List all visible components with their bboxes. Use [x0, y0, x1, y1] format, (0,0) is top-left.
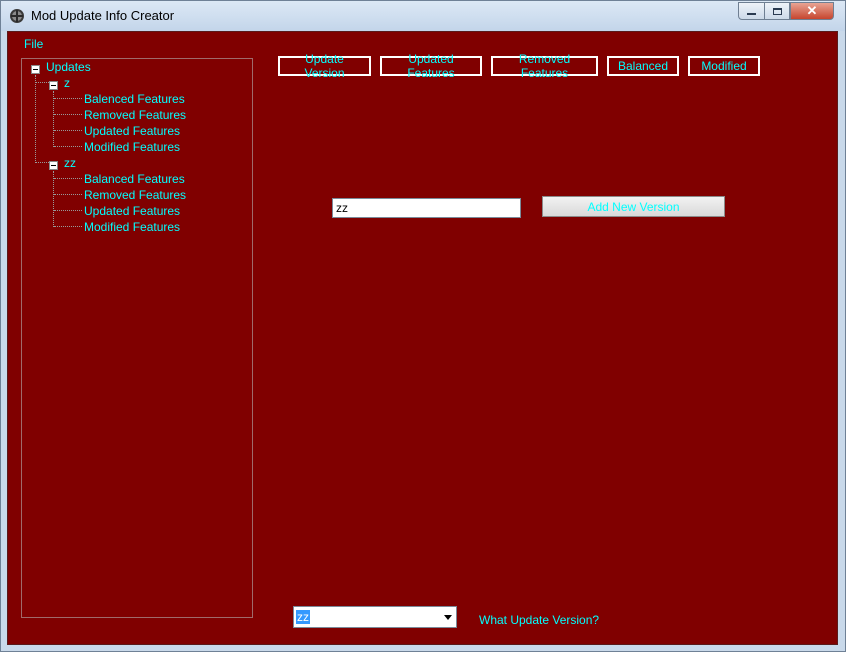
menu-file[interactable]: File — [24, 37, 43, 51]
tree-leaf-modified[interactable]: Modified Features — [84, 220, 180, 234]
tree-connector — [53, 91, 54, 147]
window-title: Mod Update Info Creator — [31, 8, 175, 23]
tree-connector — [54, 226, 82, 227]
client-area: File Updates z Balenced Features Removed… — [7, 31, 838, 645]
tree-connector — [54, 210, 82, 211]
version-name-input[interactable] — [332, 198, 521, 218]
tab-modified[interactable]: Modified — [688, 56, 760, 76]
tab-update-version[interactable]: Update Version — [278, 52, 371, 80]
tree-connector — [54, 178, 82, 179]
update-version-select[interactable]: zz — [293, 606, 457, 628]
tree-root-updates[interactable]: Updates — [46, 60, 91, 74]
title-bar[interactable]: Mod Update Info Creator ✕ — [1, 1, 845, 31]
tree-leaf-removed[interactable]: Removed Features — [84, 188, 186, 202]
minus-expander-icon[interactable] — [49, 81, 58, 90]
maximize-icon — [772, 7, 782, 15]
app-window: Mod Update Info Creator ✕ File Updates z… — [0, 0, 846, 652]
tree-leaf-balanced[interactable]: Balanced Features — [84, 172, 185, 186]
close-button[interactable]: ✕ — [790, 2, 834, 20]
tab-removed-features[interactable]: Removed Features — [491, 52, 598, 80]
tree-connector — [53, 171, 54, 227]
tab-balanced[interactable]: Balanced — [607, 56, 679, 76]
tree-leaf-updated[interactable]: Updated Features — [84, 204, 180, 218]
tree-connector — [54, 114, 82, 115]
tab-updated-features[interactable]: Updated Features — [380, 52, 482, 80]
tree-connector — [35, 75, 36, 163]
tree-connector — [36, 82, 49, 83]
tree-connector — [54, 194, 82, 195]
tree-leaf-balanced[interactable]: Balenced Features — [84, 92, 185, 106]
updates-tree[interactable]: Updates z Balenced Features Removed Feat… — [21, 58, 253, 618]
tree-connector — [54, 130, 82, 131]
minimize-icon — [747, 13, 756, 15]
add-new-version-button[interactable]: Add New Version — [542, 196, 725, 217]
selected-version-value: zz — [296, 610, 310, 624]
tree-leaf-removed[interactable]: Removed Features — [84, 108, 186, 122]
tree-connector — [54, 98, 82, 99]
close-icon: ✕ — [806, 3, 818, 18]
tree-leaf-modified[interactable]: Modified Features — [84, 140, 180, 154]
maximize-button[interactable] — [764, 2, 790, 20]
app-crosshair-icon — [10, 9, 24, 23]
tree-version-node[interactable]: z — [64, 76, 70, 90]
update-version-label: What Update Version? — [479, 613, 600, 627]
chevron-down-icon[interactable] — [444, 615, 452, 620]
tree-leaf-updated[interactable]: Updated Features — [84, 124, 180, 138]
minus-expander-icon[interactable] — [49, 161, 58, 170]
tree-version-node[interactable]: zz — [64, 156, 76, 170]
tree-connector — [54, 146, 82, 147]
minus-expander-icon[interactable] — [31, 65, 40, 74]
tree-connector — [36, 162, 49, 163]
minimize-button[interactable] — [738, 2, 765, 20]
